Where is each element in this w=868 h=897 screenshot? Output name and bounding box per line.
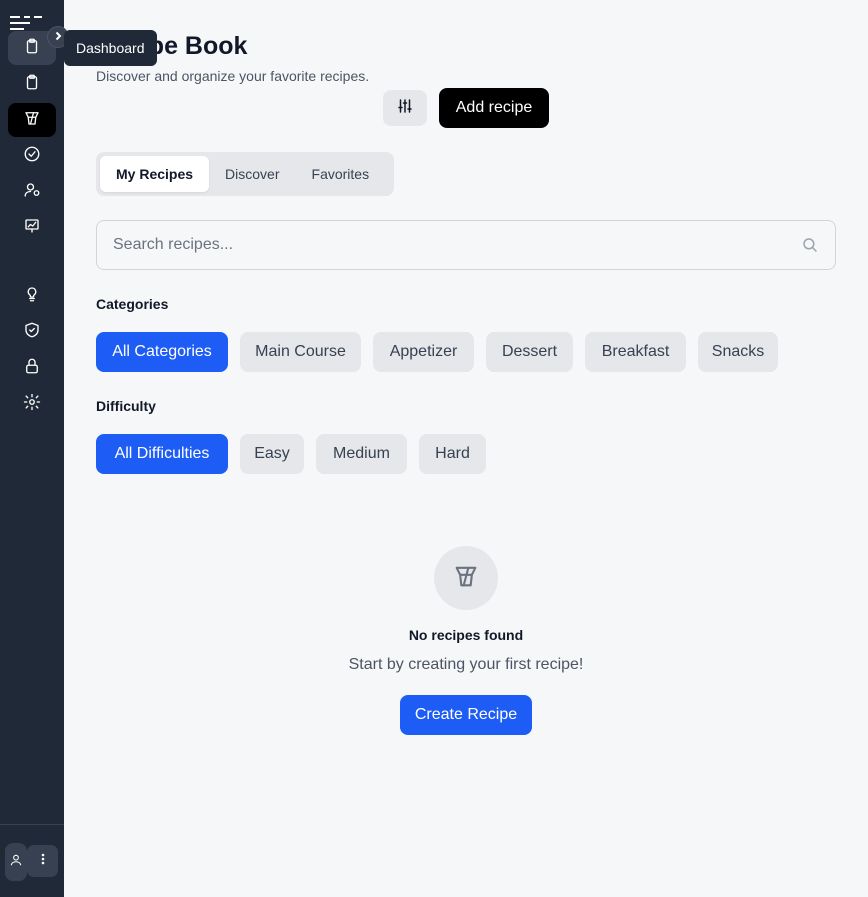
- avatar[interactable]: [5, 843, 27, 881]
- difficulty-label: Difficulty: [96, 398, 156, 414]
- sliders-icon: [396, 97, 414, 120]
- sidebar-item-ideas[interactable]: [8, 279, 56, 313]
- tab-discover[interactable]: Discover: [209, 156, 295, 192]
- difficulty-chip[interactable]: Hard: [419, 434, 486, 474]
- sidebar-item-privacy[interactable]: [8, 351, 56, 385]
- create-recipe-button[interactable]: Create Recipe: [400, 695, 532, 735]
- recipe-book-icon: [452, 562, 480, 595]
- sidebar-item-settings[interactable]: [8, 387, 56, 421]
- sidebar-item-users[interactable]: [8, 175, 56, 209]
- tab-bar: My Recipes Discover Favorites: [96, 152, 394, 196]
- category-chip[interactable]: Appetizer: [373, 332, 474, 372]
- search-icon: [801, 236, 819, 254]
- sidebar-item-recipes[interactable]: [8, 103, 56, 137]
- check-circle-icon: [23, 145, 41, 168]
- categories-label: Categories: [96, 296, 169, 312]
- category-chip[interactable]: Dessert: [486, 332, 573, 372]
- difficulty-filters: All Difficulties Easy Medium Hard: [96, 434, 486, 474]
- lightbulb-icon: [23, 285, 41, 308]
- more-options-button[interactable]: [27, 845, 58, 877]
- tooltip: Dashboard: [64, 30, 157, 66]
- shield-check-icon: [23, 321, 41, 344]
- difficulty-chip[interactable]: All Difficulties: [96, 434, 228, 474]
- lock-icon: [23, 357, 41, 380]
- tab-my-recipes[interactable]: My Recipes: [100, 156, 210, 192]
- category-chip[interactable]: All Categories: [96, 332, 228, 372]
- gear-icon: [23, 393, 41, 416]
- sidebar-divider: [0, 824, 64, 825]
- category-chip[interactable]: Snacks: [698, 332, 778, 372]
- sidebar-item-security[interactable]: [8, 315, 56, 349]
- category-filters: All Categories Main Course Appetizer Des…: [96, 332, 778, 372]
- search-input[interactable]: [113, 221, 793, 269]
- presentation-chart-icon: [23, 217, 41, 240]
- user-icon: [9, 853, 23, 872]
- empty-state-subtitle: Start by creating your first recipe!: [348, 656, 584, 673]
- empty-state-icon: [434, 546, 498, 610]
- sidebar-item-2[interactable]: [8, 67, 56, 101]
- sidebar-item-tasks[interactable]: [8, 139, 56, 173]
- difficulty-chip[interactable]: Medium: [316, 434, 407, 474]
- sidebar-item-reports[interactable]: [8, 211, 56, 245]
- page-subtitle: Discover and organize your favorite reci…: [96, 68, 370, 84]
- category-chip[interactable]: Main Course: [240, 332, 361, 372]
- user-cog-icon: [23, 181, 41, 204]
- menu-toggle-icon[interactable]: [10, 14, 44, 32]
- add-recipe-button[interactable]: Add recipe: [439, 88, 549, 128]
- sidebar: [0, 0, 64, 897]
- filter-button[interactable]: [383, 90, 427, 126]
- difficulty-chip[interactable]: Easy: [240, 434, 304, 474]
- category-chip[interactable]: Breakfast: [585, 332, 686, 372]
- recipe-book-icon: [23, 109, 41, 132]
- clipboard-icon: [23, 73, 41, 96]
- tab-favorites[interactable]: Favorites: [296, 156, 386, 192]
- clipboard-icon: [23, 37, 41, 60]
- search-box: [96, 220, 836, 270]
- chevron-right-icon: [53, 28, 63, 46]
- more-vertical-icon: [41, 852, 45, 870]
- empty-state-title: No recipes found: [408, 627, 524, 643]
